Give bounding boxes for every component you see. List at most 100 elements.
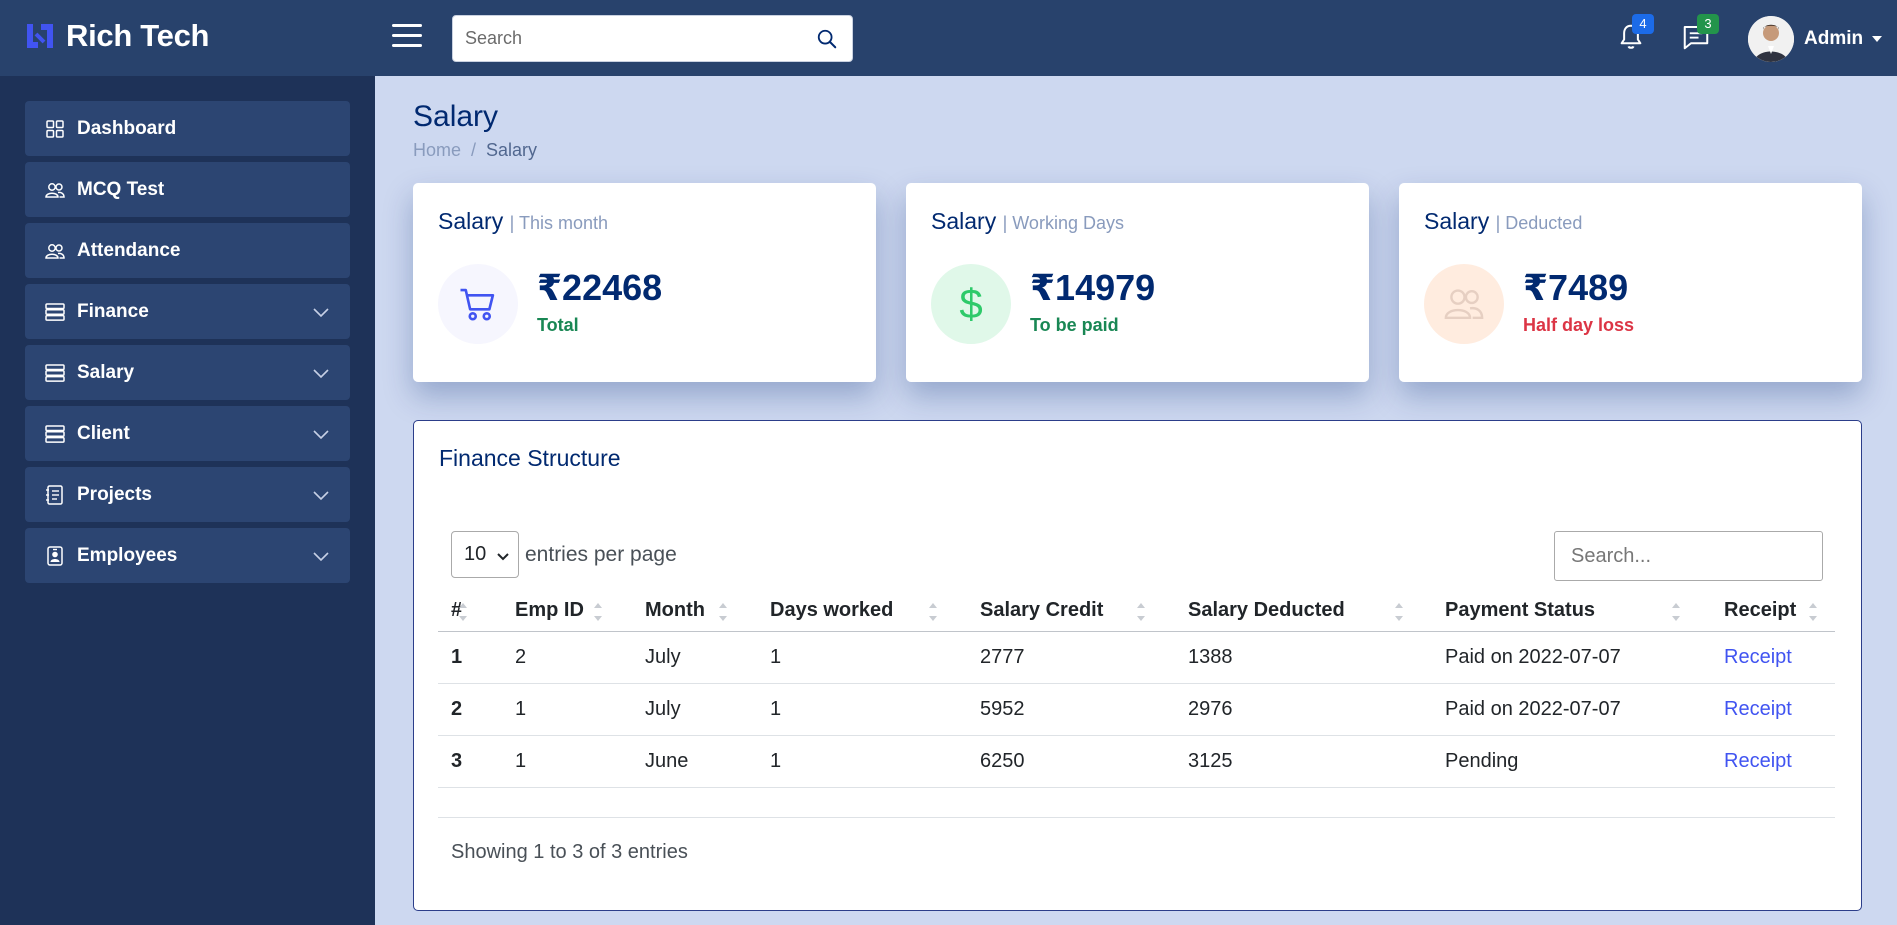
table-search-input[interactable] [1555,532,1822,580]
emp-id-cell: 1 [515,750,527,772]
chevron-down-icon [313,369,329,379]
column-header-days-worked[interactable]: Days worked [770,589,893,631]
table-info-text: Showing 1 to 3 of 3 entries [451,841,688,863]
breadcrumb-separator: / [471,140,477,160]
breadcrumb-current: Salary [486,140,538,160]
column-header-payment-status[interactable]: Payment Status [1445,589,1595,631]
column-header-emp-id[interactable]: Emp ID [515,589,584,631]
salary-deducted-cell: 2976 [1188,698,1233,720]
salary-working-days-card: Salary | Working Days $ ₹14979 To be pai… [906,183,1369,382]
messages-badge: 3 [1697,14,1719,34]
brand-logo[interactable]: Rich Tech [24,18,209,54]
emp-id-cell: 2 [515,646,527,668]
sidebar-item-client[interactable]: Client [25,406,350,461]
person-badge-icon [45,545,65,566]
page-title: Salary [413,100,499,133]
sidebar-item-attendance[interactable]: Attendance [25,223,350,278]
sidebar-item-label: Finance [77,300,149,322]
table-row: 3 1 June 1 6250 3125 Pending Receipt [438,736,1835,788]
chevron-down-icon [313,491,329,501]
card-title: Salary [931,208,997,234]
salary-credit-cell: 5952 [980,698,1025,720]
salary-deducted-cell: 1388 [1188,646,1233,668]
brand-name: Rich Tech [66,18,210,53]
salary-deducted-card: Salary | Deducted ₹7489 Half day loss [1399,183,1862,382]
header-search-button[interactable] [802,16,852,61]
column-header-salary-credit[interactable]: Salary Credit [980,589,1103,631]
profile-name: Admin [1804,28,1864,49]
table-search [1554,531,1823,581]
people-icon [45,241,65,261]
column-header-salary-deducted[interactable]: Salary Deducted [1188,589,1345,631]
profile-dropdown[interactable]: Admin [1748,16,1883,62]
receipt-link[interactable]: Receipt [1724,684,1792,735]
notifications-button[interactable]: 4 [1616,14,1654,54]
salary-credit-cell: 6250 [980,750,1025,772]
sidebar-item-label: Projects [77,483,152,505]
salary-deducted-cell: 3125 [1188,750,1233,772]
emp-id-cell: 1 [515,698,527,720]
dollar-icon: $ [959,280,983,327]
table-row: 1 2 July 1 2777 1388 Paid on 2022-07-07 … [438,632,1835,684]
select-value: 10 [464,543,487,565]
sidebar-item-finance[interactable]: Finance [25,284,350,339]
header-search-input[interactable] [453,16,802,61]
chevron-down-icon [313,552,329,562]
grid-icon [45,119,65,139]
card-title: Salary [438,208,504,234]
entries-per-page-label: entries per page [525,542,677,566]
card-title: Salary [1424,208,1490,234]
sidebar-item-label: Dashboard [77,117,177,139]
sort-icon [1809,603,1817,621]
sidebar-item-label: Salary [77,361,135,383]
people-icon [45,180,65,200]
menu-icon [392,24,422,27]
column-header-receipt[interactable]: Receipt [1724,589,1796,631]
receipt-link[interactable]: Receipt [1724,736,1792,787]
entries-per-page: 10 entries per page [451,531,677,578]
payment-status-cell: Paid on 2022-07-07 [1445,646,1621,668]
sort-icon [1137,603,1145,621]
sidebar-item-employees[interactable]: Employees [25,528,350,583]
finance-table: # Emp ID Month Days worked Salary Credit… [438,589,1835,788]
sidebar-item-salary[interactable]: Salary [25,345,350,400]
sidebar-item-label: Employees [77,544,178,566]
card-value: ₹14979 [1030,267,1156,308]
header-search [452,15,853,62]
column-header-month[interactable]: Month [645,589,705,631]
sidebar-item-label: Attendance [77,239,181,261]
table-footer-divider [438,817,1835,818]
sidebar-item-mcq-test[interactable]: MCQ Test [25,162,350,217]
sort-icon [1395,603,1403,621]
chevron-down-icon [313,430,329,440]
table-header-row: # Emp ID Month Days worked Salary Credit… [438,589,1835,632]
sort-icon [719,603,727,621]
days-worked-cell: 1 [770,698,782,720]
sidebar-item-projects[interactable]: Projects [25,467,350,522]
menu-toggle-button[interactable] [392,24,422,50]
caret-down-icon [1872,36,1883,42]
card-value: ₹22468 [537,267,663,308]
card-subtitle: | Working Days [1002,213,1124,233]
card-icon-circle [438,264,518,344]
row-number: 2 [451,698,463,720]
receipt-link[interactable]: Receipt [1724,632,1792,683]
sidebar-item-dashboard[interactable]: Dashboard [25,101,350,156]
salary-credit-cell: 2777 [980,646,1025,668]
card-value: ₹7489 [1523,267,1629,308]
card-label: Total [537,315,579,335]
month-cell: July [645,646,681,668]
breadcrumb-home-link[interactable]: Home [413,140,461,161]
table-row: 2 1 July 1 5952 2976 Paid on 2022-07-07 … [438,684,1835,736]
payment-status-cell: Paid on 2022-07-07 [1445,698,1621,720]
messages-button[interactable]: 3 [1681,14,1719,54]
card-subtitle: | Deducted [1495,213,1583,233]
finance-structure-panel: Finance Structure 10 entries per page # … [413,420,1862,911]
sort-icon [459,603,467,621]
panel-title: Finance Structure [439,445,621,471]
card-icon-circle: $ [931,264,1011,344]
card-label: Half day loss [1523,315,1635,335]
entries-per-page-select[interactable]: 10 [451,531,519,578]
server-icon [45,424,65,444]
top-header: Rich Tech 4 3 [0,0,1897,76]
